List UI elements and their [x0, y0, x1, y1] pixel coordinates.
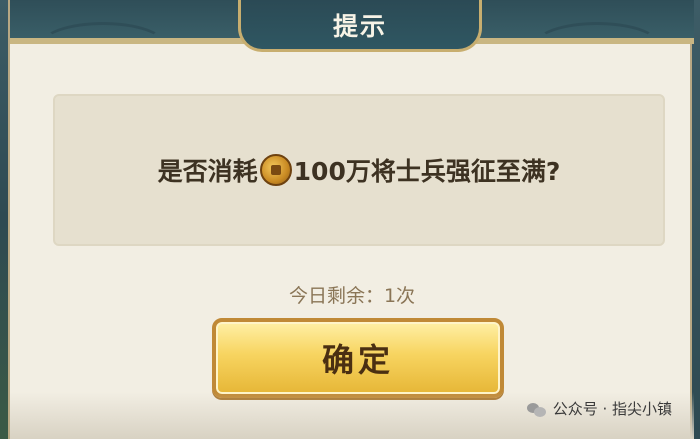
remaining-uses-text: 今日剩余：1次: [288, 285, 416, 307]
message-prefix: 是否消耗: [157, 157, 258, 186]
decorative-cloud-right: [534, 22, 660, 68]
message-panel: 是否消耗 100万将士兵强征至满?: [53, 94, 665, 246]
background-right-edge: [692, 0, 700, 439]
decorative-cloud-left: [40, 22, 166, 68]
dialog-title: 提示: [332, 11, 387, 41]
prompt-dialog: 提示 是否消耗 100万将士兵强征至满? 今日剩余：1次 确定 公众号 · 指尖…: [8, 0, 694, 439]
copper-coin-icon: [259, 154, 292, 186]
watermark: 公众号 · 指尖小镇: [526, 398, 672, 419]
confirm-message: 是否消耗 100万将士兵强征至满?: [157, 152, 561, 188]
dialog-title-tab: 提示: [238, 0, 482, 52]
watermark-text: 公众号 · 指尖小镇: [552, 400, 672, 418]
message-suffix: 100万将士兵强征至满?: [293, 157, 561, 186]
wechat-icon: [526, 401, 547, 417]
confirm-button[interactable]: 确定: [212, 318, 504, 398]
confirm-button-label: 确定: [321, 341, 394, 379]
